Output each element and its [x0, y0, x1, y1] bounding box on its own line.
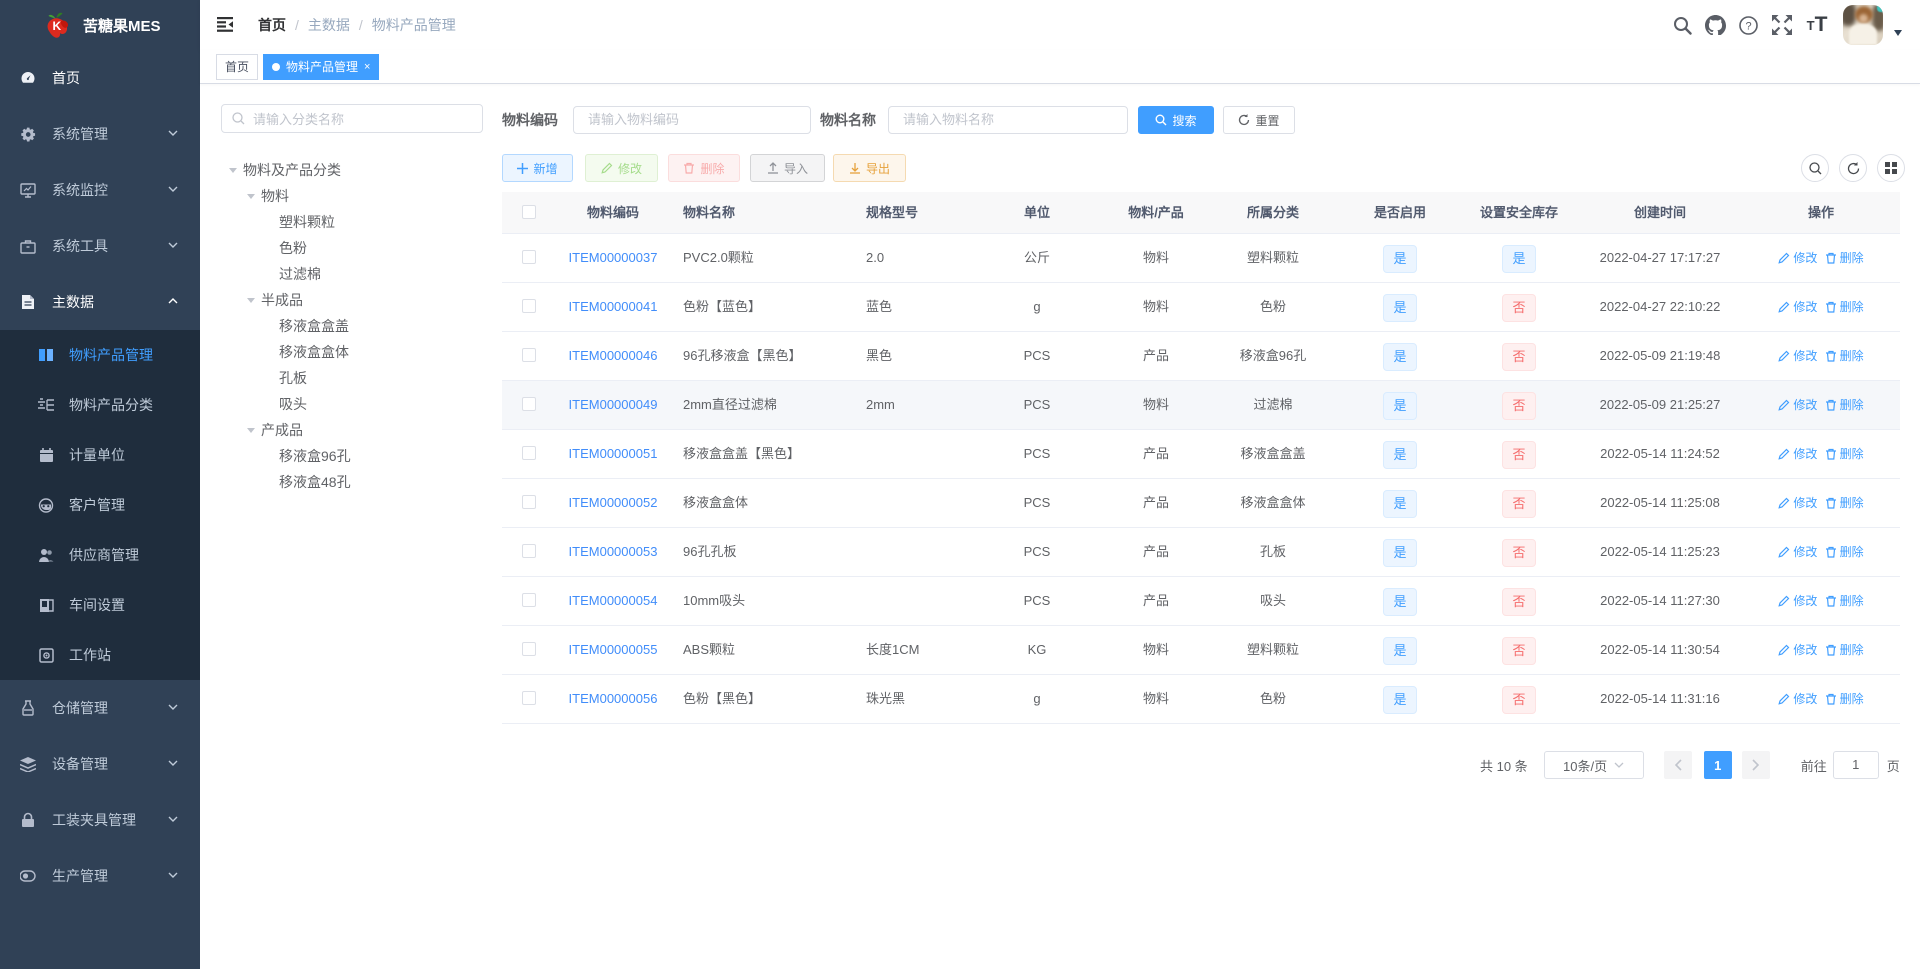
svg-text:?: ?: [1745, 20, 1751, 32]
svg-text:K: K: [53, 19, 62, 33]
